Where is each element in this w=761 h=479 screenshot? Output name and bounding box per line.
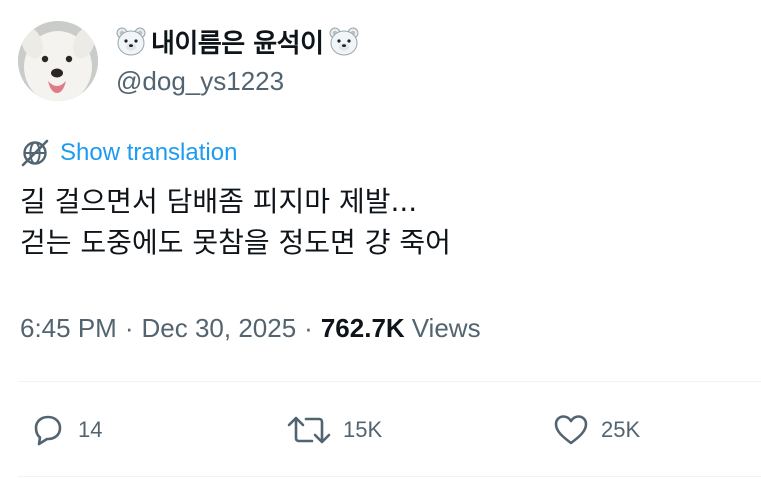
divider bbox=[18, 381, 761, 382]
like-button[interactable]: 25K bbox=[551, 410, 640, 450]
tweet-date[interactable]: Dec 30, 2025 bbox=[142, 313, 297, 344]
show-translation-link[interactable]: Show translation bbox=[60, 139, 237, 167]
user-handle[interactable]: @dog_ys1223 bbox=[116, 66, 284, 97]
globe-translate-icon bbox=[20, 138, 50, 168]
tweet-time[interactable]: 6:45 PM bbox=[20, 313, 117, 344]
meta-separator: · bbox=[304, 313, 313, 343]
views-label: Views bbox=[411, 313, 481, 343]
polar-bear-icon bbox=[114, 24, 148, 58]
reply-icon bbox=[34, 415, 62, 446]
divider bbox=[18, 476, 761, 477]
tweet-text: 길 걸으면서 담배좀 피지마 제발... 걷는 도중에도 못참을 정도면 걍 죽… bbox=[20, 185, 451, 259]
views-count: 762.7K bbox=[320, 313, 405, 343]
repost-icon bbox=[287, 416, 331, 444]
tweet-meta: 6:45 PM · Dec 30, 2025 · 762.7K Views bbox=[20, 313, 481, 344]
like-count: 25K bbox=[601, 417, 641, 442]
repost-button[interactable]: 15K bbox=[285, 410, 382, 450]
avatar[interactable] bbox=[18, 21, 98, 101]
polar-bear-icon bbox=[327, 24, 361, 58]
reply-button[interactable]: 14 bbox=[28, 410, 102, 450]
author-name-row[interactable]: 내이름은 윤석이 bbox=[114, 22, 361, 60]
reply-count: 14 bbox=[78, 417, 103, 442]
heart-icon bbox=[554, 415, 588, 445]
dog-avatar-image bbox=[18, 21, 98, 101]
repost-count: 15K bbox=[343, 417, 383, 442]
translate-row[interactable]: Show translation bbox=[20, 138, 237, 168]
meta-separator: · bbox=[124, 313, 134, 343]
display-name: 내이름은 윤석이 bbox=[151, 28, 324, 59]
